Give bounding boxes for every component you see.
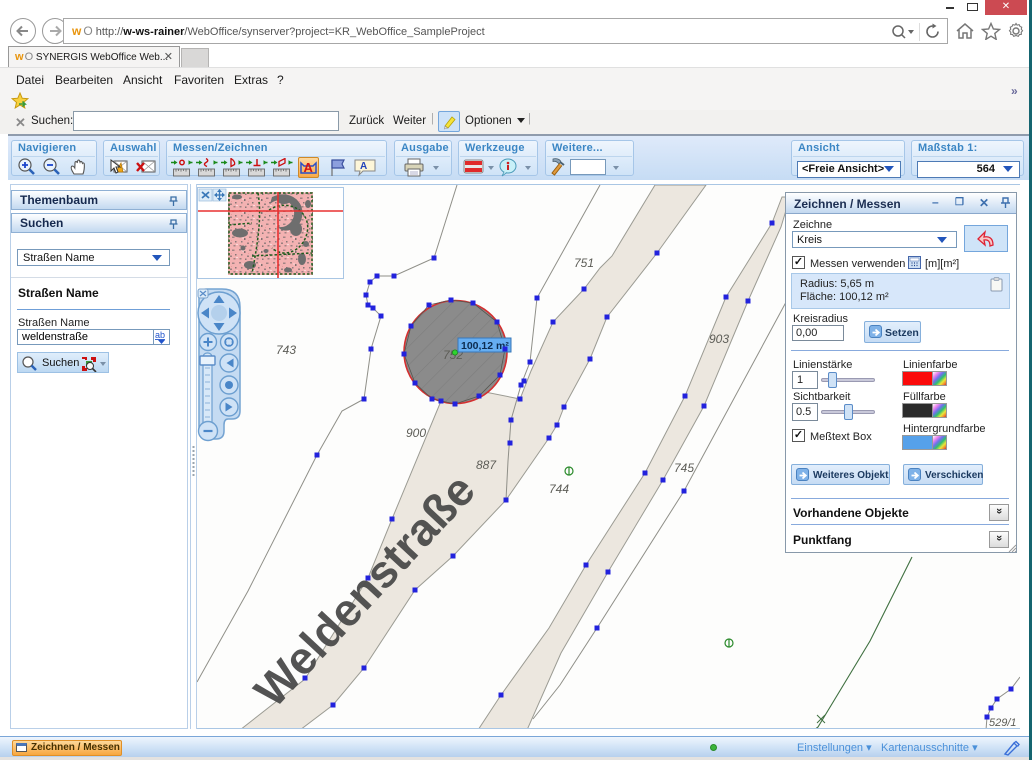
svg-text:A: A [360,161,367,172]
svg-text:903: 903 [709,332,729,346]
svg-text:529/1: 529/1 [989,717,1017,728]
svg-text:743: 743 [276,343,296,357]
svg-text:A: A [304,160,314,175]
svg-text:751: 751 [574,256,594,270]
svg-text:887: 887 [476,458,497,472]
svg-text:900: 900 [406,426,426,440]
svg-text:744: 744 [549,482,569,496]
svg-text:745: 745 [674,461,694,475]
svg-text:ab: ab [155,330,165,340]
svg-text:100,12 m²: 100,12 m² [461,340,509,352]
